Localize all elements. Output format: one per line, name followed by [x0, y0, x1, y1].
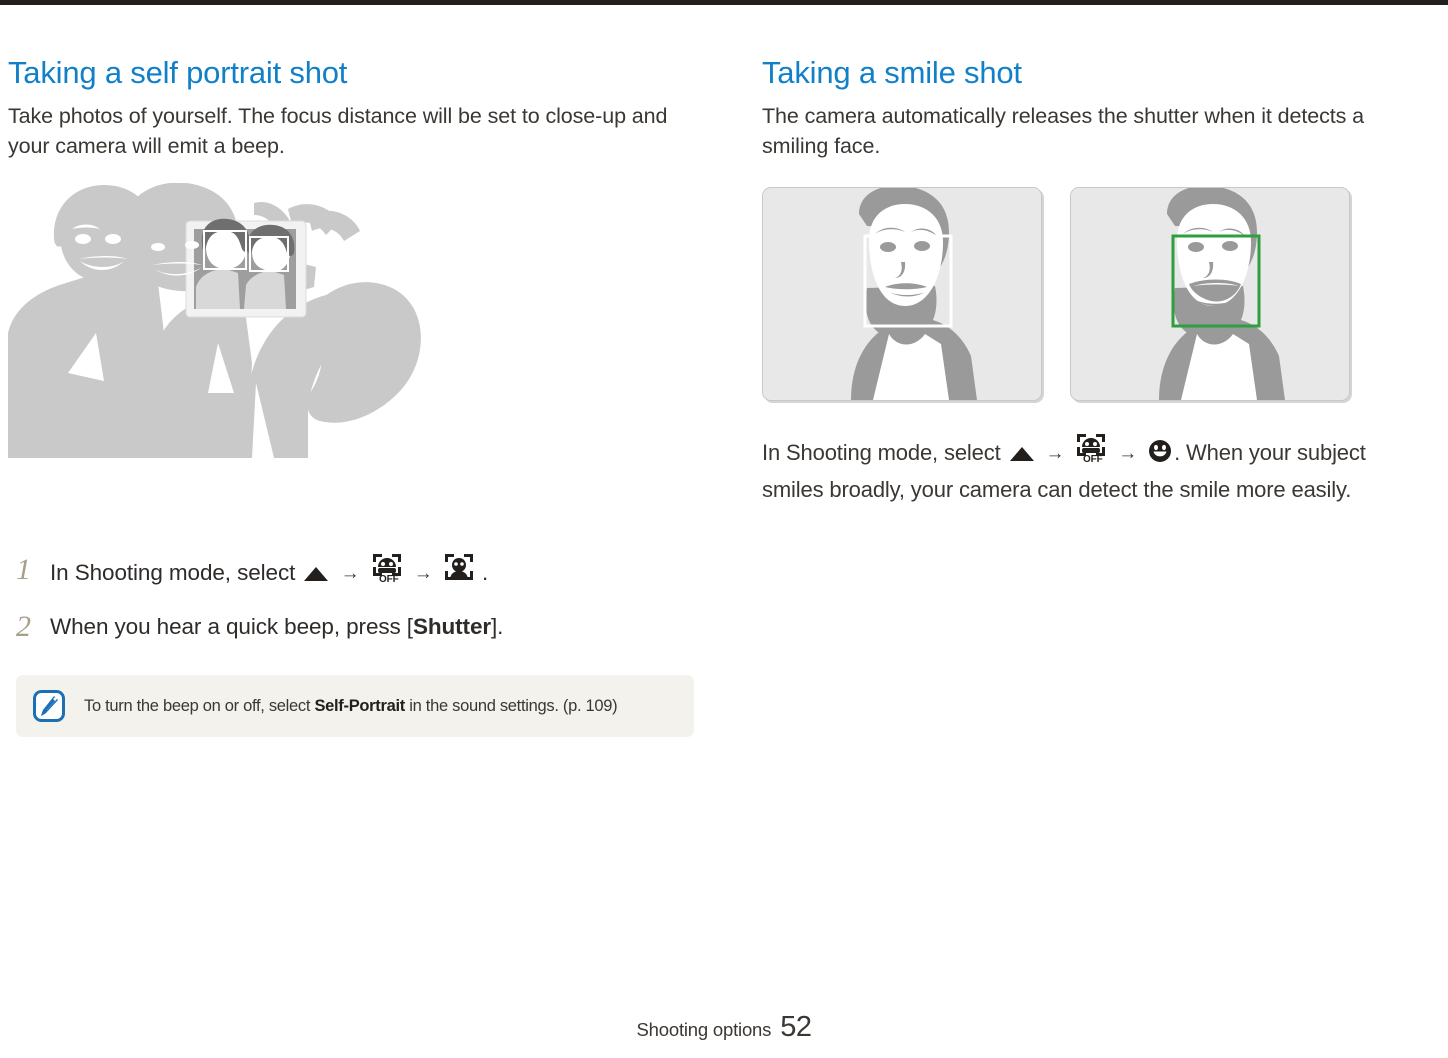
self-portrait-icon: [444, 553, 474, 593]
note-text: To turn the beep on or off, select Self-…: [84, 695, 618, 717]
face-detection-off-icon: OFF: [371, 553, 403, 593]
arrow-separator-icon: →: [413, 563, 433, 584]
page-title-smile-shot: Taking a smile shot: [762, 55, 1022, 90]
self-portrait-illustration: [8, 182, 428, 458]
smile-shot-instructions: In Shooting mode, select → OFF → . When …: [762, 433, 1422, 507]
step-1-number: 1: [16, 553, 31, 586]
photo-neutral-face: [762, 187, 1042, 401]
left-column: Taking a self portrait shot Take photos …: [8, 55, 694, 737]
step-2-text-after: ].: [491, 614, 504, 639]
footer-page-number: 52: [780, 1011, 812, 1043]
page-footer: Shooting options 52: [0, 1011, 1448, 1044]
note-pen-icon: [33, 690, 65, 722]
note-box: To turn the beep on or off, select Self-…: [16, 675, 694, 737]
smile-instruction-text-before: In Shooting mode, select: [762, 440, 1001, 465]
page-title-self-portrait: Taking a self portrait shot: [8, 55, 348, 90]
step-2: 2 When you hear a quick beep, press [Shu…: [16, 610, 696, 644]
arrow-separator-icon: →: [340, 563, 360, 584]
face-detection-off-icon: OFF: [1075, 433, 1107, 473]
step-2-body: When you hear a quick beep, press [Shutt…: [50, 610, 503, 644]
shutter-button-label: Shutter: [412, 614, 492, 639]
steps-list: 1 In Shooting mode, select → OFF → . 2 W…: [16, 553, 696, 661]
photo-smiling-face: [1070, 187, 1350, 401]
up-arrow-icon: [1009, 439, 1035, 473]
svg-text:OFF: OFF: [379, 574, 399, 583]
smile-icon: [1148, 439, 1172, 473]
note-text-before: To turn the beep on or off, select: [84, 697, 315, 715]
step-1-text-after: .: [482, 560, 489, 585]
arrow-separator-icon: →: [1045, 443, 1065, 464]
step-1-body: In Shooting mode, select → OFF → .: [50, 553, 488, 593]
self-portrait-intro-text: Take photos of yourself. The focus dista…: [8, 103, 668, 158]
manual-page: Taking a self portrait shot Take photos …: [0, 5, 1448, 1058]
note-bold-term: Self-Portrait: [314, 697, 405, 715]
up-arrow-icon: [303, 559, 329, 593]
step-2-number: 2: [16, 610, 31, 643]
svg-text:OFF: OFF: [1083, 454, 1103, 463]
note-text-after: in the sound settings. (p. 109): [404, 697, 618, 715]
smile-shot-intro-text: The camera automatically releases the sh…: [762, 103, 1364, 158]
arrow-separator-icon: →: [1118, 443, 1138, 464]
smile-shot-photo-row: [762, 187, 1350, 401]
step-1: 1 In Shooting mode, select → OFF → .: [16, 553, 696, 593]
footer-section-label: Shooting options: [636, 1019, 772, 1040]
step-2-text-before: When you hear a quick beep, press [: [50, 614, 413, 639]
step-1-text-before: In Shooting mode, select: [50, 560, 296, 585]
right-column: Taking a smile shot The camera automatic…: [762, 55, 1422, 161]
